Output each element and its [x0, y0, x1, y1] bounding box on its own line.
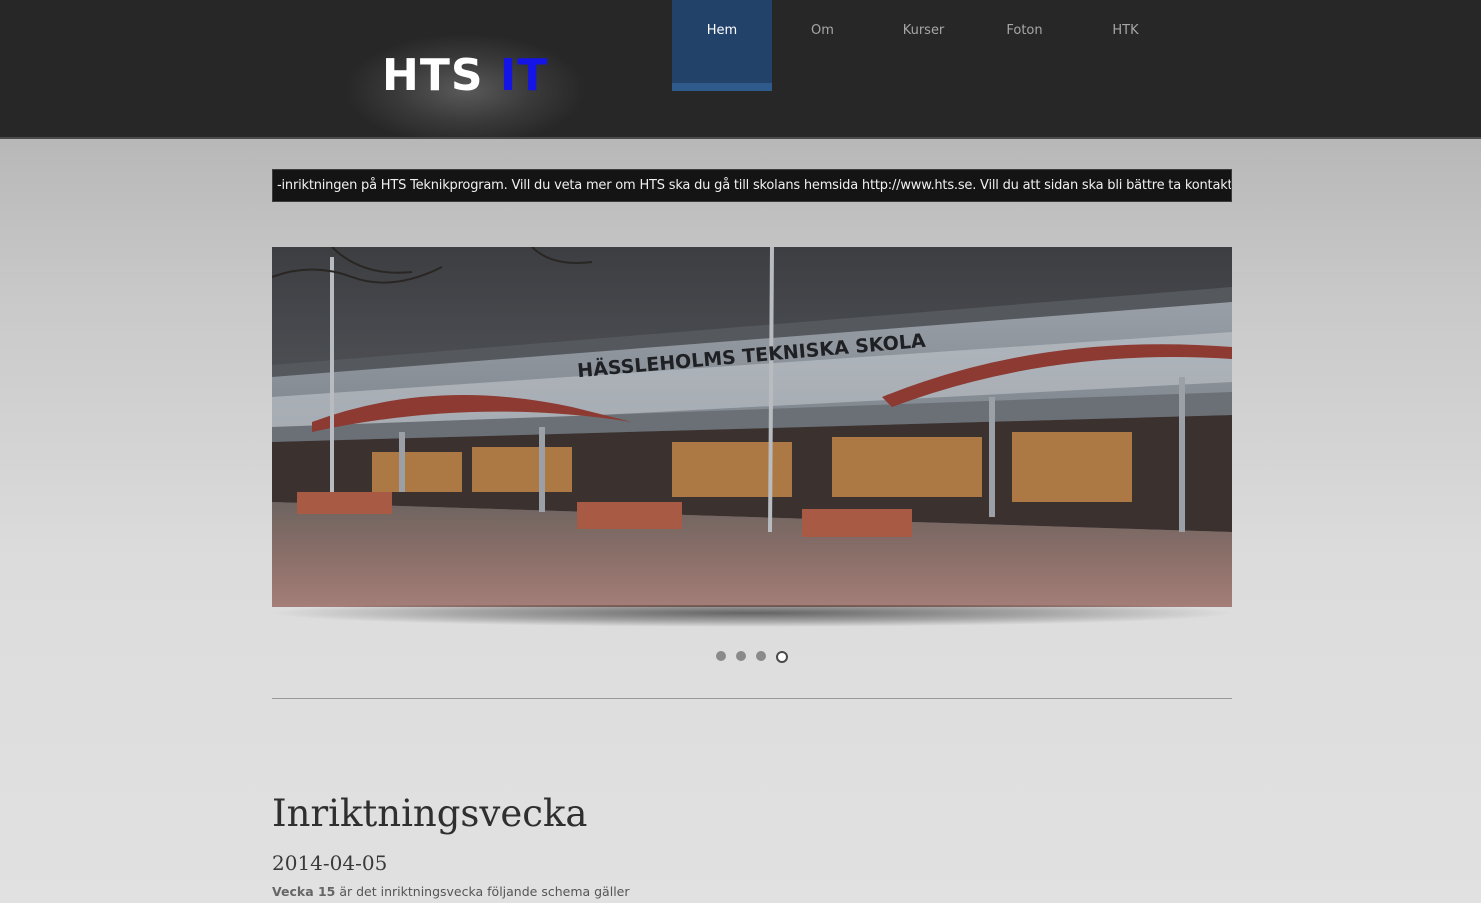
ticker-text: -inriktningen på HTS Teknikprogram. Vill… [277, 178, 1232, 193]
site-header: HTS IT Hem Om Kurser Foton HTK [0, 0, 1481, 139]
logo-accent-text: IT [499, 50, 549, 101]
slider-dot-3[interactable] [756, 651, 766, 661]
nav-item-kurser[interactable]: Kurser [873, 0, 974, 91]
site-logo[interactable]: HTS IT [382, 50, 548, 102]
post-body-bold: Vecka 15 [272, 884, 336, 899]
slider-pagination [716, 651, 788, 663]
school-building-photo: HÄSSLEHOLMS TEKNISKA SKOLA [272, 247, 1232, 607]
news-ticker: -inriktningen på HTS Teknikprogram. Vill… [272, 169, 1232, 202]
nav-item-hem[interactable]: Hem [672, 0, 772, 91]
post-body-text: är det inriktningsvecka följande schema … [335, 884, 630, 899]
main-nav: Hem Om Kurser Foton HTK [672, 0, 1176, 91]
nav-item-om[interactable]: Om [772, 0, 873, 91]
post-title[interactable]: Inriktningsvecka [272, 792, 587, 835]
post-body: Vecka 15 är det inriktningsvecka följand… [272, 884, 630, 899]
nav-item-htk[interactable]: HTK [1075, 0, 1176, 91]
content-divider [272, 698, 1232, 699]
nav-item-foton[interactable]: Foton [974, 0, 1075, 91]
slider-shadow [272, 605, 1232, 635]
slider-dot-1[interactable] [716, 651, 726, 661]
logo-main-text: HTS [382, 50, 484, 101]
slider-dot-4[interactable] [776, 651, 788, 663]
image-slider[interactable]: HÄSSLEHOLMS TEKNISKA SKOLA [272, 247, 1232, 607]
slider-dot-2[interactable] [736, 651, 746, 661]
post-date: 2014-04-05 [272, 851, 388, 875]
